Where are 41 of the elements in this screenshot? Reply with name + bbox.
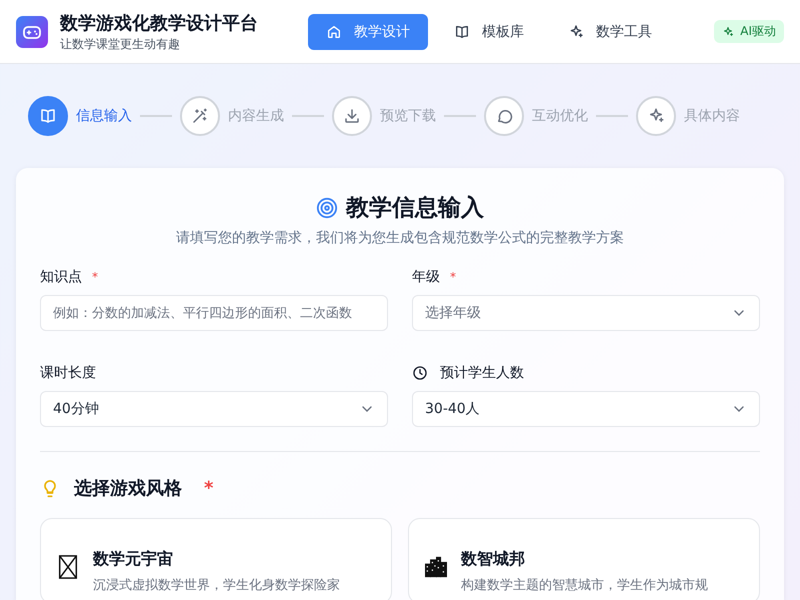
sparkle-icon: [722, 26, 734, 38]
progress-step[interactable]: 信息输入: [28, 96, 132, 136]
field-label: 课时长度: [40, 364, 96, 382]
form-title: 教学信息输入: [346, 194, 484, 223]
app-title: 数学游戏化教学设计平台: [60, 12, 258, 36]
field-label: 知识点: [40, 268, 82, 286]
dropdown-select[interactable]: 选择年级: [412, 295, 760, 331]
download-icon: [343, 107, 361, 125]
sparkle-icon: [647, 107, 665, 125]
form-description: 请填写您的教学需求，我们将为您生成包含规范数学公式的完整教学方案: [175, 229, 625, 247]
book-icon: [39, 107, 57, 125]
style-name: 数学元宇宙: [93, 549, 174, 570]
required-asterisk: *: [204, 478, 214, 498]
dropdown-select[interactable]: 40分钟: [40, 391, 388, 427]
app-subtitle: 让数学课堂更生动有趣: [60, 36, 181, 52]
sparkle-icon: [568, 24, 584, 40]
text-input-field[interactable]: 例如：分数的加减法、平行四边形的面积、二次函数: [40, 295, 388, 331]
game-style-card[interactable]: 数智城邦 构建数学主题的智慧城市，学生作为城市规: [408, 518, 760, 600]
style-description: 沉浸式虚拟数学世界，学生化身数学探险家: [93, 577, 340, 594]
book-icon: [454, 24, 470, 40]
style-description: 构建数学主题的智慧城市，学生作为城市规: [461, 577, 708, 594]
dropdown-select[interactable]: 30-40人: [412, 391, 760, 427]
city-buildings-icon: [425, 555, 447, 579]
required-asterisk: *: [92, 270, 98, 284]
magic-wand-icon: [191, 107, 209, 125]
crossed-box-icon: [57, 555, 79, 579]
nav-tab[interactable]: 模板库: [436, 14, 542, 50]
field-label: 年级: [412, 268, 440, 286]
gamepad-logo-icon: [16, 16, 48, 48]
nav-tab[interactable]: 数学工具: [550, 14, 670, 50]
target-icon: [316, 196, 338, 218]
home-icon: [326, 24, 342, 40]
nav-tab[interactable]: 教学设计: [308, 14, 428, 50]
field-label: 预计学生人数: [440, 364, 524, 382]
required-asterisk: *: [450, 270, 456, 284]
clock-icon: [412, 365, 428, 381]
ai-badge: AI驱动: [714, 20, 784, 43]
game-style-card[interactable]: 数学元宇宙 沉浸式虚拟数学世界，学生化身数学探险家: [40, 518, 392, 600]
style-name: 数智城邦: [461, 549, 526, 570]
section-title: 选择游戏风格: [74, 477, 182, 500]
chat-bubble-icon: [495, 107, 513, 125]
